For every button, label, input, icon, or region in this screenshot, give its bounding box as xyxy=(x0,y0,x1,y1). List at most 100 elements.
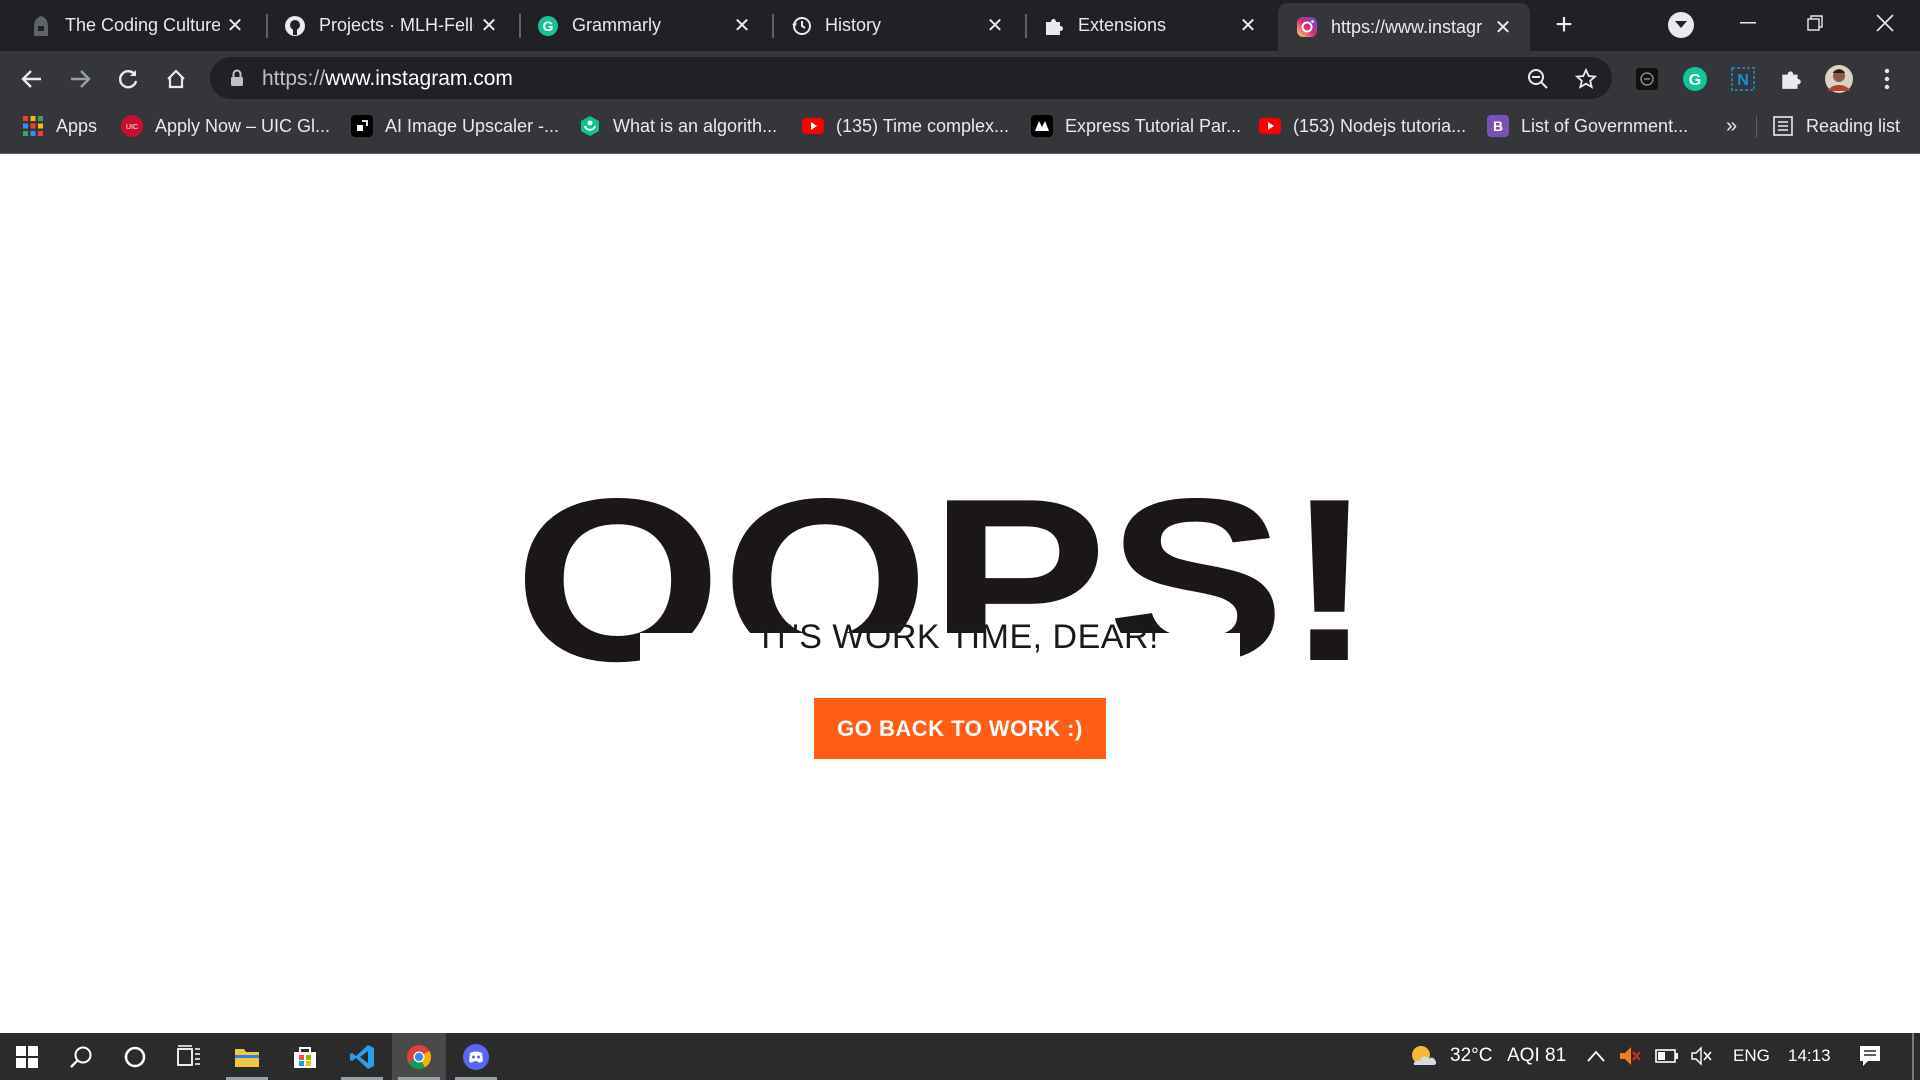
puzzle-icon xyxy=(1043,15,1065,37)
reload-button[interactable] xyxy=(110,61,146,97)
bookmark-label: Express Tutorial Par... xyxy=(1065,115,1242,136)
page-subtitle: IT'S WORK TIME, DEAR! xyxy=(761,618,1159,656)
volume-mute-icon[interactable] xyxy=(1690,1044,1714,1068)
tab-instagram-active[interactable]: https://www.instagr ✕ xyxy=(1278,3,1530,51)
bookmarks-overflow-button[interactable]: » xyxy=(1726,106,1737,146)
svg-text:B: B xyxy=(1493,118,1503,134)
browser-toolbar: https://www.instagram.com G N xyxy=(0,51,1920,106)
back-arrow-icon xyxy=(21,70,41,88)
new-tab-button[interactable]: + xyxy=(1547,8,1581,42)
battery-icon[interactable] xyxy=(1655,1044,1679,1068)
bookmark-label: (135) Time complex... xyxy=(836,115,1010,136)
extension-dark-icon[interactable] xyxy=(1632,64,1662,94)
discord-button[interactable] xyxy=(449,1033,503,1080)
svg-text:N: N xyxy=(1737,72,1749,89)
back-button[interactable] xyxy=(14,61,50,97)
page-content: OOPS! IT'S WORK TIME, DEAR! GO BACK TO W… xyxy=(0,155,1920,1033)
windows-logo-icon xyxy=(16,1045,38,1068)
clock[interactable]: 14:13 xyxy=(1788,1046,1831,1066)
bookmark-time-complexity[interactable]: (135) Time complex... xyxy=(802,106,1009,146)
restore-button[interactable] xyxy=(1790,6,1840,40)
search-button[interactable] xyxy=(54,1033,108,1080)
address-bar[interactable]: https://www.instagram.com xyxy=(210,57,1612,99)
tab-search-button[interactable] xyxy=(1668,12,1694,38)
close-tab-icon[interactable]: ✕ xyxy=(220,11,250,41)
bookmark-apps[interactable]: Apps xyxy=(22,106,97,146)
bookmark-label: AI Image Upscaler -... xyxy=(385,115,560,136)
restore-icon xyxy=(1807,15,1823,31)
weather-temperature[interactable]: 32°C xyxy=(1450,1045,1492,1067)
chrome-taskbar-button[interactable] xyxy=(392,1033,446,1080)
input-language[interactable]: ENG xyxy=(1733,1046,1770,1066)
speaker-muted-icon[interactable] xyxy=(1618,1044,1642,1068)
bookmark-ai-upscaler[interactable]: AI Image Upscaler -... xyxy=(351,106,559,146)
task-view-button[interactable] xyxy=(162,1033,216,1080)
file-explorer-button[interactable] xyxy=(220,1033,274,1080)
notion-extension-icon[interactable]: N xyxy=(1728,64,1758,94)
cortana-button[interactable] xyxy=(108,1033,162,1080)
tab-grammarly[interactable]: G Grammarly ✕ xyxy=(507,0,769,51)
discord-icon xyxy=(463,1043,489,1070)
weather-icon[interactable] xyxy=(1408,1042,1438,1072)
chrome-menu-button[interactable] xyxy=(1872,64,1902,94)
bookmark-algorithm[interactable]: What is an algorith... xyxy=(579,106,777,146)
store-bag-icon xyxy=(294,1046,316,1068)
grammarly-icon: G xyxy=(537,15,559,37)
go-back-to-work-button[interactable]: GO BACK TO WORK :) xyxy=(814,698,1106,759)
tab-strip: The Coding Culture ✕ Projects · MLH-Fell… xyxy=(0,0,1920,51)
github-icon xyxy=(284,15,306,37)
windows-taskbar: 32°C AQI 81 ENG 14:13 xyxy=(0,1033,1920,1080)
tab-projects-mlh[interactable]: Projects · MLH-Fello ✕ xyxy=(254,0,516,51)
close-window-button[interactable] xyxy=(1860,6,1910,40)
bookmark-express-tutorial[interactable]: Express Tutorial Par... xyxy=(1031,106,1241,146)
close-tab-icon[interactable]: ✕ xyxy=(1233,11,1263,41)
tab-extensions[interactable]: Extensions ✕ xyxy=(1013,0,1275,51)
bookmark-label: What is an algorith... xyxy=(613,115,778,136)
youtube-icon xyxy=(802,115,824,137)
url-host: www.instagram.com xyxy=(325,67,513,90)
vscode-button[interactable] xyxy=(335,1033,389,1080)
tab-coding-culture[interactable]: The Coding Culture ✕ xyxy=(0,0,262,51)
show-hidden-icons-chevron-up-icon[interactable] xyxy=(1584,1044,1608,1068)
minimize-icon xyxy=(1740,22,1756,24)
minimize-button[interactable] xyxy=(1723,6,1773,40)
bookmarks-divider xyxy=(1756,116,1757,138)
close-tab-icon[interactable]: ✕ xyxy=(980,11,1010,41)
reading-list-button[interactable]: Reading list xyxy=(1772,106,1900,146)
svg-text:G: G xyxy=(543,18,554,34)
bookmark-nodejs-tutorial[interactable]: (153) Nodejs tutoria... xyxy=(1259,106,1466,146)
bookmark-star-icon[interactable] xyxy=(1572,65,1600,93)
tab-title: The Coding Culture xyxy=(65,15,220,35)
apps-grid-icon xyxy=(22,115,44,137)
store-button[interactable] xyxy=(278,1033,332,1080)
notification-center-icon[interactable] xyxy=(1858,1044,1882,1068)
folder-icon xyxy=(235,1048,259,1067)
bookmark-uic[interactable]: UIC Apply Now – UIC Gl... xyxy=(121,106,330,146)
close-tab-icon[interactable]: ✕ xyxy=(1488,12,1518,42)
close-tab-icon[interactable]: ✕ xyxy=(474,11,504,41)
grammarly-extension-icon[interactable]: G xyxy=(1680,64,1710,94)
kebab-menu-icon xyxy=(1884,68,1890,90)
tab-title: History xyxy=(825,15,882,35)
show-desktop-button[interactable] xyxy=(1912,1033,1914,1080)
tab-title: Extensions xyxy=(1078,15,1167,35)
start-button[interactable] xyxy=(0,1033,54,1080)
zoom-icon[interactable] xyxy=(1524,65,1552,93)
upscaler-icon xyxy=(351,115,373,137)
vscode-icon xyxy=(350,1044,374,1069)
url-scheme: https:// xyxy=(262,67,326,90)
home-button[interactable] xyxy=(158,61,194,97)
bookmark-government-list[interactable]: B List of Government... xyxy=(1487,106,1688,146)
forward-button[interactable] xyxy=(62,61,98,97)
bootstrap-icon: B xyxy=(1487,115,1509,137)
tab-title: Grammarly xyxy=(572,15,661,35)
extensions-puzzle-icon[interactable] xyxy=(1776,64,1806,94)
profile-avatar[interactable] xyxy=(1824,64,1854,94)
forward-arrow-icon xyxy=(71,70,91,88)
youtube-icon xyxy=(1259,115,1281,137)
weather-aqi[interactable]: AQI 81 xyxy=(1507,1045,1566,1067)
reading-list-icon xyxy=(1772,115,1794,137)
tab-history[interactable]: History ✕ xyxy=(760,0,1022,51)
chevron-down-icon xyxy=(1675,21,1687,28)
close-tab-icon[interactable]: ✕ xyxy=(727,11,757,41)
